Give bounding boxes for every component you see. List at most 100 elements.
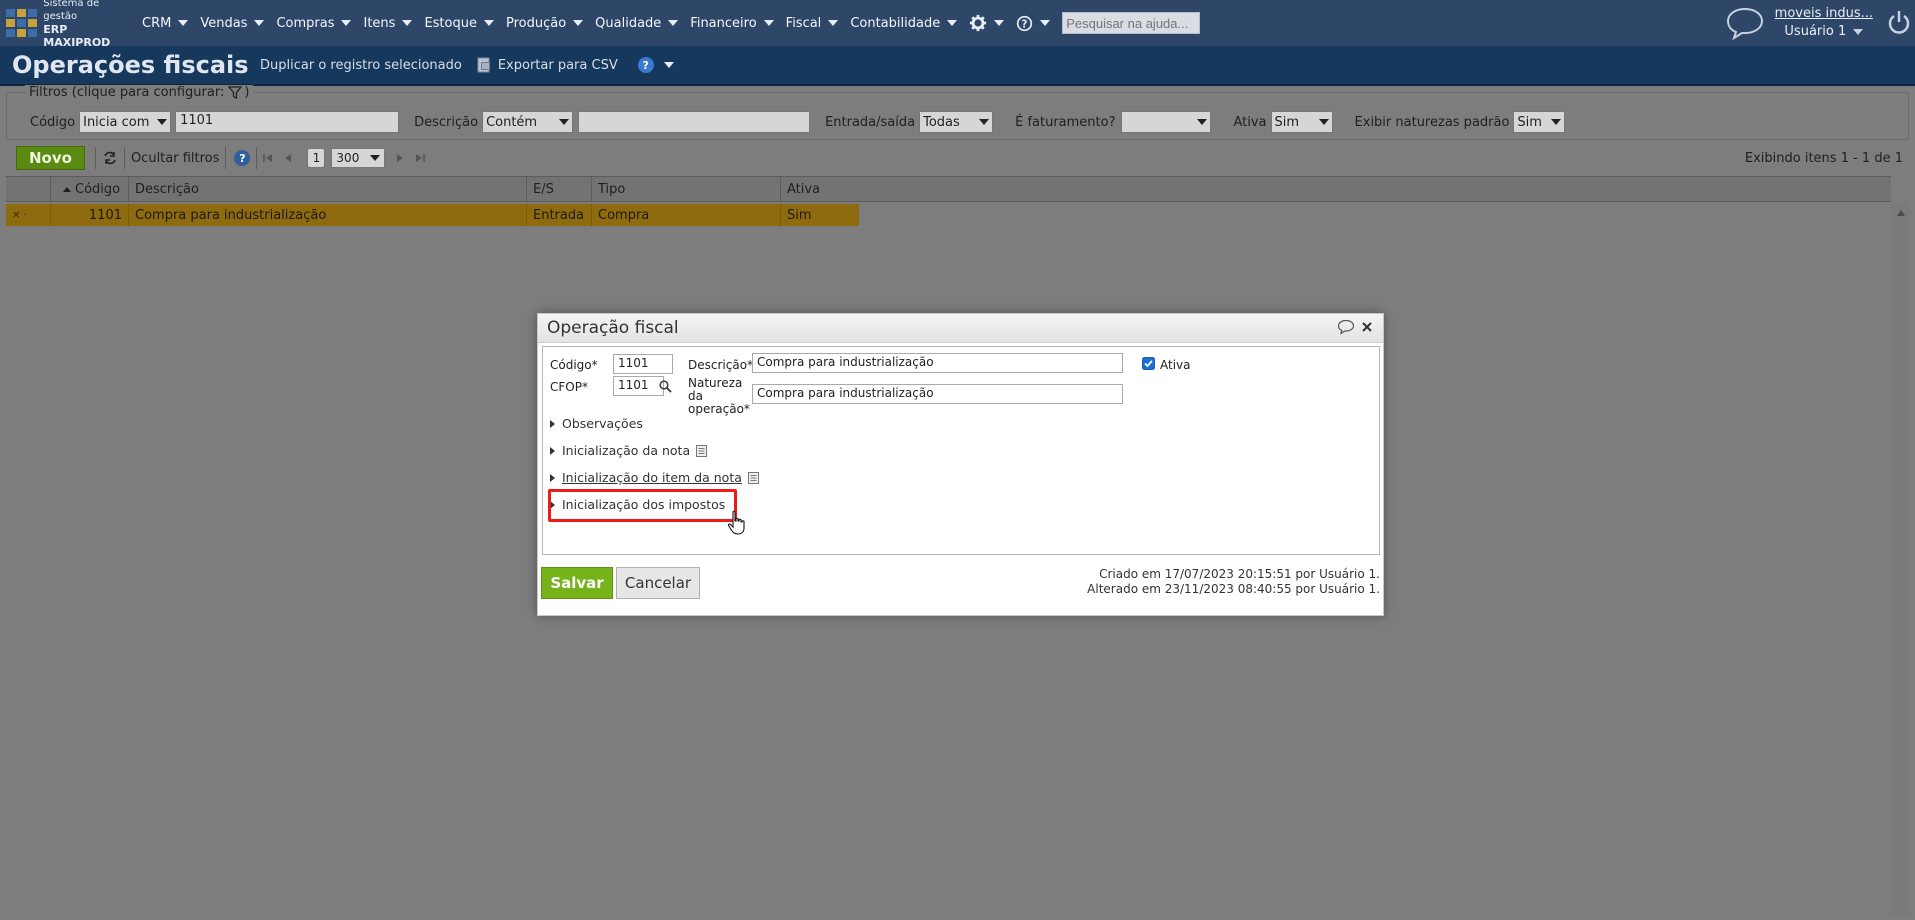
column-codigo[interactable]: Código: [51, 177, 129, 201]
cancel-button[interactable]: Cancelar: [616, 567, 700, 599]
menu-producao[interactable]: Produção: [500, 0, 589, 46]
export-csv-button[interactable]: Exportar para CSV: [476, 57, 618, 73]
prev-page-icon[interactable]: [283, 153, 293, 163]
menu-crm[interactable]: CRM: [136, 0, 194, 46]
comment-icon[interactable]: [1337, 319, 1355, 335]
faturamento-filter-label: É faturamento?: [1015, 114, 1116, 130]
row-delete-icon[interactable]: ✕ ·: [6, 204, 51, 226]
chevron-down-icon[interactable]: [663, 62, 674, 68]
close-icon[interactable]: [1361, 321, 1373, 333]
filters-legend[interactable]: Filtros (clique para configurar: ): [25, 85, 254, 100]
es-filter-select[interactable]: Todas: [919, 111, 994, 133]
faturamento-filter-select[interactable]: [1121, 111, 1212, 133]
cell-ativa: Sim: [787, 207, 812, 223]
table-row[interactable]: ✕ · 1101 Compra para industrialização En…: [6, 204, 859, 226]
save-button[interactable]: Salvar: [541, 567, 613, 599]
chevron-down-icon: [763, 20, 774, 26]
hide-filters-button[interactable]: Ocultar filtros: [131, 151, 219, 166]
menu-qualidade[interactable]: Qualidade: [589, 0, 684, 46]
main-menu: CRM Vendas Compras Itens Estoque Produçã…: [136, 0, 1201, 46]
column-descricao[interactable]: Descrição: [129, 177, 527, 201]
menu-financeiro[interactable]: Financeiro: [684, 0, 779, 46]
search-icon[interactable]: [659, 380, 672, 393]
first-page-icon[interactable]: [263, 153, 273, 163]
created-info: Criado em 17/07/2023 20:15:51 por Usuári…: [1099, 567, 1380, 581]
svg-text:?: ?: [1022, 19, 1028, 30]
help-icon[interactable]: ?: [637, 57, 654, 73]
codigo-operator-select[interactable]: Inicia com: [79, 111, 172, 133]
logo-icon: [6, 9, 38, 37]
codigo-label: Código*: [550, 358, 598, 372]
app-logo[interactable]: Sistema de gestão ERP MAXIPROD: [0, 0, 136, 49]
descricao-filter-label: Descrição: [414, 114, 479, 130]
menu-itens[interactable]: Itens: [357, 0, 418, 46]
cell-es: Entrada: [527, 204, 592, 226]
duplicate-button[interactable]: Duplicar o registro selecionado: [260, 58, 462, 73]
help-menu[interactable]: ?: [1010, 0, 1056, 46]
grid-scrollbar[interactable]: [1891, 202, 1909, 916]
top-navigation: Sistema de gestão ERP MAXIPROD CRM Venda…: [0, 0, 1915, 49]
descricao-input[interactable]: Compra para industrialização: [752, 353, 1123, 373]
codigo-filter-input[interactable]: 1101: [175, 111, 400, 133]
natureza-label-3: operação*: [688, 402, 750, 416]
ativa-filter-label: Ativa: [1233, 114, 1267, 130]
chevron-down-icon: [573, 20, 584, 26]
ativa-checkbox[interactable]: [1142, 357, 1155, 370]
audit-info: Criado em 17/07/2023 20:15:51 por Usuári…: [1087, 567, 1380, 597]
settings-menu[interactable]: [963, 0, 1010, 46]
items-count: Exibindo itens 1 - 1 de 1: [1744, 150, 1903, 166]
help-search-input[interactable]: [1062, 12, 1201, 34]
naturezas-filter-select[interactable]: Sim: [1513, 111, 1566, 133]
chevron-down-icon: [1318, 119, 1329, 125]
new-button[interactable]: Novo: [16, 146, 85, 170]
dialog-form: Código* 1101 CFOP* 1101 Descrição* Compr…: [542, 346, 1380, 555]
chevron-down-icon: [559, 119, 570, 125]
refresh-icon[interactable]: [102, 150, 118, 166]
chat-icon[interactable]: [1725, 6, 1765, 40]
annotation-highlight-box: [548, 489, 737, 522]
column-tipo[interactable]: Tipo: [592, 177, 781, 201]
cfop-label: CFOP*: [550, 380, 588, 394]
power-icon[interactable]: [1887, 10, 1911, 36]
section-inicializacao-item-nota[interactable]: Inicialização do item da nota: [550, 470, 759, 485]
page-number-input[interactable]: 1: [307, 148, 326, 168]
section-observacoes[interactable]: Observações: [550, 416, 643, 431]
cfop-input[interactable]: 1101: [613, 376, 664, 396]
altered-info: Alterado em 23/11/2023 08:40:55 por Usuá…: [1087, 582, 1380, 596]
dialog-header[interactable]: Operação fiscal: [538, 314, 1383, 343]
menu-fiscal[interactable]: Fiscal: [780, 0, 845, 46]
natureza-label-1: Natureza: [688, 376, 743, 390]
logo-line1: Sistema de gestão: [43, 0, 100, 22]
last-page-icon[interactable]: [415, 153, 426, 163]
descricao-filter-input[interactable]: [578, 111, 811, 133]
column-es[interactable]: E/S: [527, 177, 592, 201]
expand-arrow-icon: [550, 419, 555, 428]
menu-vendas[interactable]: Vendas: [194, 0, 270, 46]
expand-arrow-icon: [550, 473, 555, 482]
column-ativa[interactable]: Ativa: [781, 177, 1891, 201]
next-page-icon[interactable]: [395, 153, 405, 163]
section-inicializacao-nota[interactable]: Inicialização da nota: [550, 443, 708, 458]
codigo-input[interactable]: 1101: [613, 354, 673, 374]
page-size-select[interactable]: 300: [331, 148, 386, 168]
company-link[interactable]: moveis indus...: [1775, 5, 1873, 23]
chevron-down-icon: [370, 155, 381, 161]
grid-toolbar: Novo Ocultar filtros ? 1 300 Exibindo it…: [6, 144, 1909, 172]
natureza-label-2: da: [688, 389, 703, 403]
chevron-down-icon: [994, 20, 1005, 26]
expand-arrow-icon: [550, 446, 555, 455]
menu-contabilidade[interactable]: Contabilidade: [844, 0, 963, 46]
scroll-up-icon[interactable]: [1897, 210, 1905, 216]
ativa-filter-select[interactable]: Sim: [1270, 111, 1333, 133]
help-icon[interactable]: ?: [234, 150, 251, 166]
page-title: Operações fiscais: [12, 51, 249, 79]
user-menu[interactable]: moveis indus... Usuário 1: [1775, 5, 1873, 41]
menu-estoque[interactable]: Estoque: [418, 0, 500, 46]
grid-header: Código Descrição E/S Tipo Ativa: [6, 176, 1891, 202]
natureza-input[interactable]: Compra para industrialização: [752, 384, 1123, 404]
naturezas-filter-label: Exibir naturezas padrão: [1354, 114, 1510, 130]
chevron-down-icon: [947, 20, 958, 26]
menu-compras[interactable]: Compras: [270, 0, 357, 46]
chevron-down-icon: [668, 20, 679, 26]
descricao-operator-select[interactable]: Contém: [482, 111, 574, 133]
